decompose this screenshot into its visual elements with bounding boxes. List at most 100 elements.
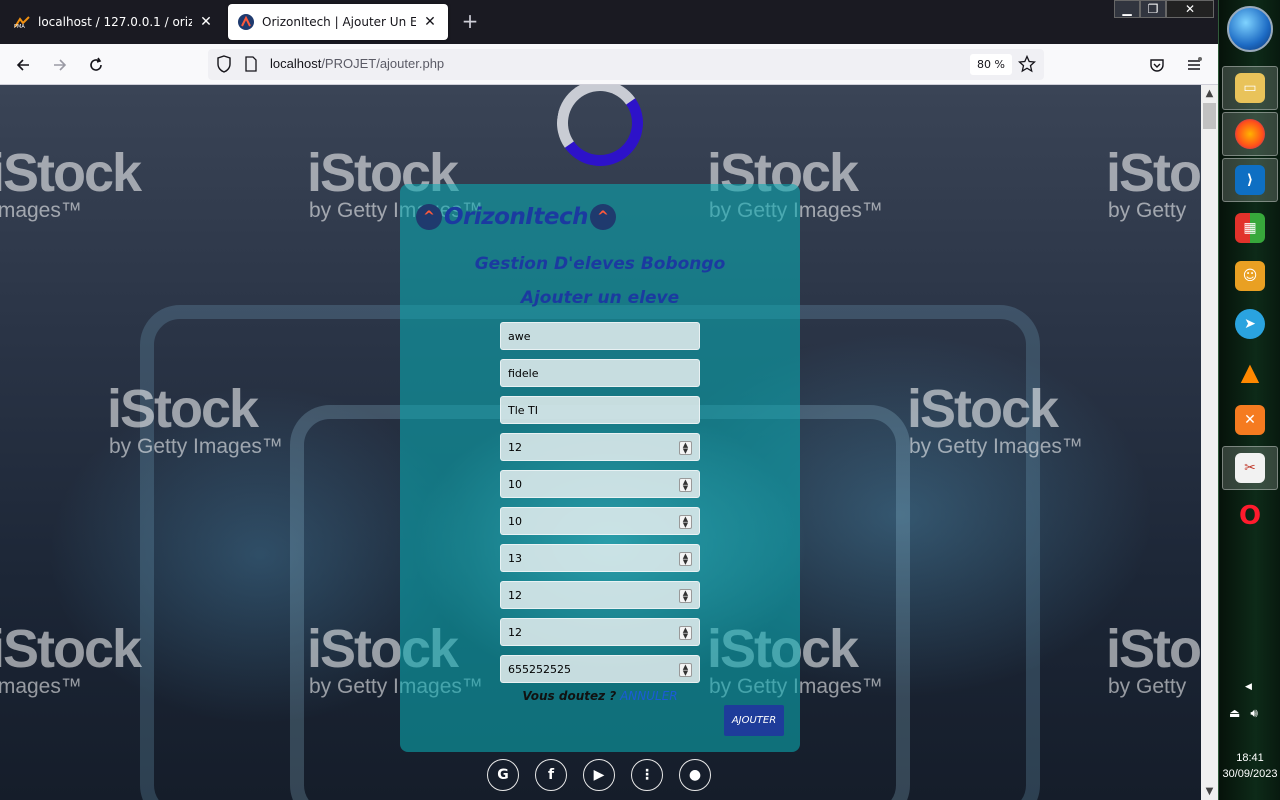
classe-input[interactable] [501,397,699,423]
telegram-icon[interactable]: ➤ [1222,302,1278,346]
page-title: Gestion D'eleves Bobongo [474,254,726,274]
scroll-down-icon[interactable]: ▼ [1201,783,1218,800]
close-tab-icon[interactable]: ✕ [422,14,438,30]
istock-watermark: iStockby Getty Images™ [107,379,283,458]
istock-watermark: iStockby Getty [1106,619,1201,698]
add-student-form-card: ^ OrizonItech ^ Gestion D'eleves Bobongo… [400,184,800,752]
orizonitech-logo-icon: ^ [416,204,442,230]
orizonitech-logo-icon: ^ [590,204,616,230]
note-input[interactable] [501,545,699,571]
number-field[interactable]: ▲▼ [500,470,700,498]
close-window-button[interactable]: ✕ [1166,0,1214,18]
xampp-icon[interactable]: ✕ [1222,398,1278,442]
number-field[interactable]: ▲▼ [500,433,700,461]
number-stepper-icon[interactable]: ▲ ▼ [679,663,692,677]
number-field[interactable]: ▲▼ [500,618,700,646]
orizonitech-logo: ^ OrizonItech ^ [416,200,616,234]
clock-time[interactable]: 18:41 [1219,752,1280,764]
number-stepper-icon[interactable]: ▲ ▼ [679,552,692,566]
prenom-input[interactable] [501,360,699,386]
new-tab-button[interactable]: + [458,10,482,34]
vscode-icon[interactable]: ⟩ [1222,158,1278,202]
minimize-button[interactable]: ▁ [1114,0,1140,18]
note-input[interactable] [501,471,699,497]
reload-icon[interactable] [83,52,109,78]
number-field[interactable]: ▲▼ [500,507,700,535]
svg-text:PMA: PMA [14,24,25,28]
note-input[interactable] [501,619,699,645]
note-input[interactable] [501,582,699,608]
cancel-prompt: Vous doutez ? ANNULER [400,689,800,703]
number-stepper-icon[interactable]: ▲ ▼ [679,626,692,640]
cancel-link[interactable]: ANNULER [620,689,678,703]
more-icon[interactable]: ⋮ [631,759,663,791]
page-info-icon[interactable] [244,56,258,75]
volume-icon[interactable]: 🔊︎ [1250,706,1258,721]
tab-title: OrizonItech | Ajouter Un Eleves [262,15,416,29]
doubt-text: Vous doutez ? [522,689,617,703]
start-button[interactable] [1227,6,1273,52]
facebook-icon[interactable]: f [535,759,567,791]
number-field[interactable]: ▲▼ [500,581,700,609]
browser-tab-strip: PMA localhost / 127.0.0.1 / orizonitec ✕… [0,0,1218,44]
firefox-icon[interactable] [1222,112,1278,156]
clock-date[interactable]: 30/09/2023 [1219,768,1280,780]
social-links: G f ▶ ⋮ ● [487,759,711,791]
note-input[interactable] [501,508,699,534]
istock-watermark: iStockby Getty [1106,143,1201,222]
close-tab-icon[interactable]: ✕ [198,14,214,30]
scroll-thumb[interactable] [1203,103,1216,129]
snipping-tool-icon[interactable]: ✂ [1222,446,1278,490]
forward-arrow-icon[interactable] [47,52,73,78]
telephone-input[interactable] [501,656,699,682]
istock-watermark: iStockby Getty Images™ [907,379,1083,458]
windows-apps-icon[interactable]: ▦ [1222,206,1278,250]
nom-field[interactable] [500,322,700,350]
scroll-up-icon[interactable]: ▲ [1201,85,1218,102]
istock-watermark: iStock Images™ [0,619,142,698]
logo-text: OrizonItech [444,204,589,230]
tab-title: localhost / 127.0.0.1 / orizonitec [38,15,192,29]
google-icon[interactable]: G [487,759,519,791]
note-input[interactable] [501,434,699,460]
vertical-scrollbar[interactable]: ▲ ▼ [1201,85,1218,800]
file-explorer-icon[interactable]: ▭ [1222,66,1278,110]
ajouter-button[interactable]: AJOUTER [724,705,784,736]
youtube-icon[interactable]: ▶ [583,759,615,791]
restore-button[interactable]: ❐ [1140,0,1166,18]
nom-input[interactable] [501,323,699,349]
safely-remove-hardware-icon[interactable]: ⏏ [1229,706,1240,721]
form-title: Ajouter un eleve [520,288,680,308]
url-text: localhost/PROJET/ajouter.php [270,56,445,71]
phone-field[interactable]: ▲▼ [500,655,700,683]
loading-spinner [550,85,650,173]
tab-phpmyadmin[interactable]: PMA localhost / 127.0.0.1 / orizonitec ✕ [4,4,224,40]
prenom-field[interactable] [500,359,700,387]
opera-icon[interactable]: O [1222,494,1278,538]
bookmark-star-icon[interactable] [1017,54,1037,76]
github-icon[interactable]: ● [679,759,711,791]
number-field[interactable]: ▲▼ [500,544,700,572]
number-stepper-icon[interactable]: ▲ ▼ [679,478,692,492]
number-stepper-icon[interactable]: ▲ ▼ [679,515,692,529]
orizonitech-icon [238,14,254,30]
vlc-icon[interactable]: ▲ [1222,350,1278,394]
number-stepper-icon[interactable]: ▲ ▼ [679,589,692,603]
back-arrow-icon[interactable] [10,52,36,78]
menu-icon[interactable] [1181,52,1207,78]
tracking-shield-icon[interactable] [216,55,232,76]
istock-watermark: iStock Images™ [0,143,142,222]
phpmyadmin-icon: PMA [14,14,30,30]
browser-toolbar: localhost/PROJET/ajouter.php 80 % [0,44,1218,85]
zoom-level-badge[interactable]: 80 % [970,54,1012,75]
tray-expand-icon[interactable]: ◀ [1245,682,1252,692]
address-bar[interactable]: localhost/PROJET/ajouter.php 80 % [208,49,1044,80]
pocket-icon[interactable] [1144,52,1170,78]
tab-ajouter-eleves[interactable]: OrizonItech | Ajouter Un Eleves ✕ [228,4,448,40]
number-stepper-icon[interactable]: ▲ ▼ [679,441,692,455]
page-viewport: iStock Images™ iStock by Getty Images™ iSt… [0,85,1201,800]
windows-taskbar: ▭ ⟩ ▦ ☺ ➤ ▲ ✕ ✂ O ◀ ⏏ 🔊︎ 18:41 30/09/202… [1218,0,1280,800]
classe-field[interactable] [500,396,700,424]
system-tray: ⏏ 🔊︎ [1229,706,1258,721]
subway-surfers-icon[interactable]: ☺ [1222,254,1278,298]
